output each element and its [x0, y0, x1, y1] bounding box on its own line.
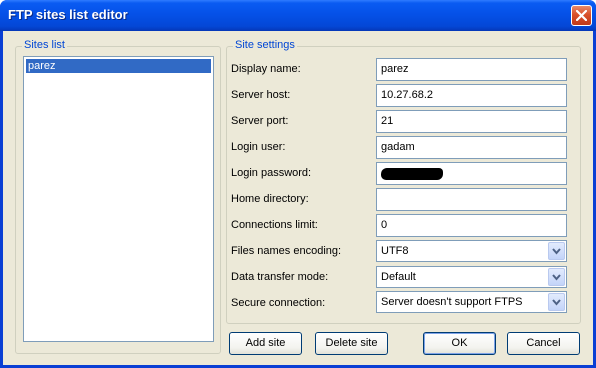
login-user-label: Login user: — [231, 141, 286, 153]
server-host-field[interactable]: 10.27.68.2 — [376, 84, 567, 107]
secure-connection-dropdown-button[interactable] — [548, 293, 565, 311]
files-names-encoding-select[interactable]: UTF8 — [376, 240, 567, 262]
chevron-down-icon — [552, 299, 561, 306]
server-port-field[interactable]: 21 — [376, 110, 567, 133]
login-password-field[interactable] — [376, 162, 567, 185]
home-directory-field[interactable] — [376, 188, 567, 211]
login-password-label: Login password: — [231, 167, 312, 179]
files-names-encoding-label: Files names encoding: — [231, 245, 342, 257]
home-directory-label: Home directory: — [231, 193, 309, 205]
display-name-label: Display name: — [231, 63, 301, 75]
sites-list-legend: Sites list — [22, 39, 67, 51]
data-transfer-mode-dropdown-button[interactable] — [548, 268, 565, 286]
chevron-down-icon — [552, 274, 561, 281]
chevron-down-icon — [552, 248, 561, 255]
dialog-window: FTP sites list editor Sites list parez S… — [0, 0, 596, 368]
secure-connection-label: Secure connection: — [231, 297, 326, 309]
window-title: FTP sites list editor — [8, 7, 128, 22]
cancel-button[interactable]: Cancel — [507, 332, 580, 355]
files-names-encoding-dropdown-button[interactable] — [548, 242, 565, 260]
data-transfer-mode-label: Data transfer mode: — [231, 271, 329, 283]
server-port-label: Server port: — [231, 115, 289, 127]
ok-button[interactable]: OK — [423, 332, 496, 355]
site-settings-legend: Site settings — [233, 39, 297, 51]
login-user-field[interactable]: gadam — [376, 136, 567, 159]
secure-connection-select[interactable]: Server doesn't support FTPS — [376, 291, 567, 313]
files-names-encoding-value: UTF8 — [381, 245, 409, 257]
connections-limit-field[interactable]: 0 — [376, 214, 567, 237]
connections-limit-label: Connections limit: — [231, 219, 318, 231]
password-redaction — [381, 168, 443, 180]
data-transfer-mode-value: Default — [381, 271, 416, 283]
secure-connection-value: Server doesn't support FTPS — [381, 296, 523, 308]
site-list-item[interactable]: parez — [26, 59, 211, 73]
server-host-label: Server host: — [231, 89, 291, 101]
close-icon — [576, 10, 587, 21]
data-transfer-mode-select[interactable]: Default — [376, 266, 567, 288]
delete-site-button[interactable]: Delete site — [315, 332, 388, 355]
close-button[interactable] — [571, 5, 592, 26]
sites-listbox[interactable]: parez — [23, 56, 214, 342]
display-name-field[interactable]: parez — [376, 58, 567, 81]
title-bar[interactable]: FTP sites list editor — [0, 0, 596, 31]
add-site-button[interactable]: Add site — [229, 332, 302, 355]
